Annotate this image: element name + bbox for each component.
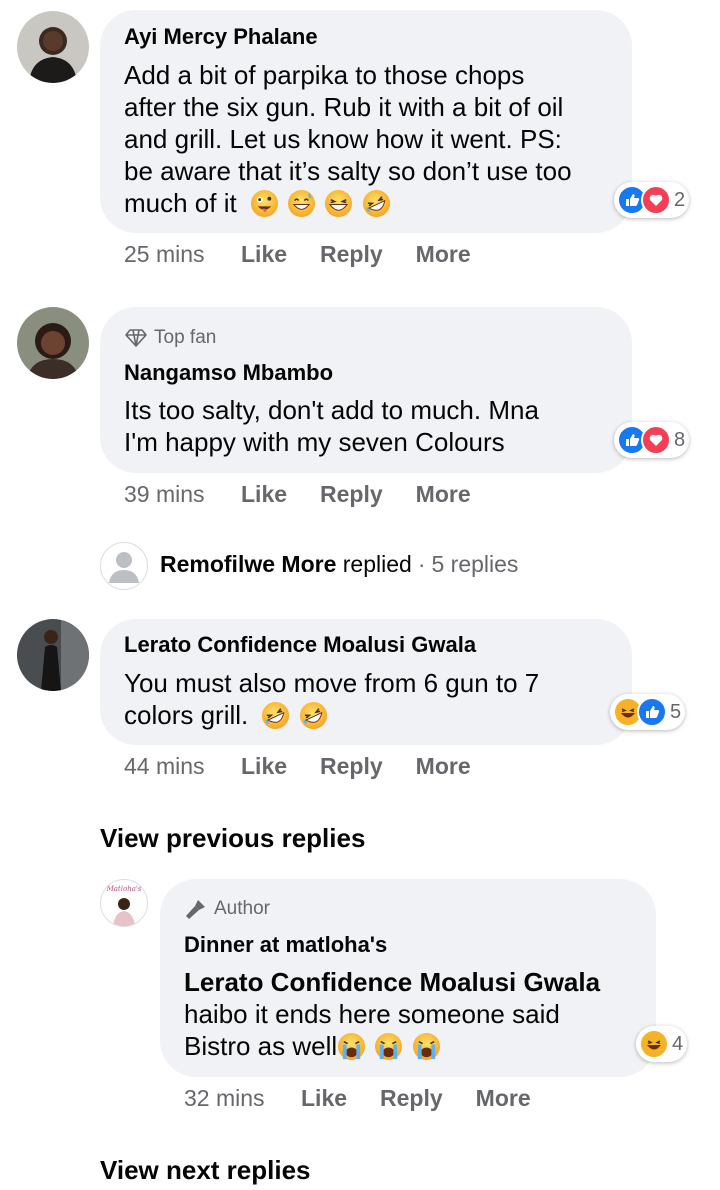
rolling-laughing-emoji <box>299 701 327 730</box>
comment-author-name[interactable]: Nangamso Mbambo <box>124 360 333 386</box>
comment-actions: 25 mins Like Reply More <box>124 241 504 268</box>
comment-text-line: and grill. Let us know how it went. PS: <box>124 124 562 154</box>
comment-author-name[interactable]: Lerato Confidence Moalusi Gwala <box>124 632 476 658</box>
more-button[interactable]: More <box>416 753 471 780</box>
avatar-logo-text: Matloha's <box>106 885 142 893</box>
comment-text-line: Its too salty, don't add to much. Mna <box>124 395 539 425</box>
replies-count: 5 replies <box>431 551 519 577</box>
reaction-summary[interactable]: 8 <box>614 422 690 458</box>
comment-timestamp: 25 mins <box>124 241 205 267</box>
view-previous-replies-link[interactable]: View previous replies <box>100 823 365 854</box>
crying-emoji <box>375 1032 403 1061</box>
comment-actions: 44 mins Like Reply More <box>124 753 504 780</box>
rolling-laughing-emoji <box>362 189 390 218</box>
reply-text-last: Bistro as well <box>184 1031 338 1061</box>
love-icon <box>641 185 671 215</box>
reply-button[interactable]: Reply <box>380 1085 443 1112</box>
comment-text-line: You must also move from 6 gun to 7 <box>124 668 540 698</box>
reply-button[interactable]: Reply <box>320 241 383 268</box>
reply-button[interactable]: Reply <box>320 481 383 508</box>
page-avatar[interactable]: Matloha's <box>100 879 148 927</box>
comment-text-last: much of it <box>124 188 237 218</box>
comment-text-line: Add a bit of parpika to those chops <box>124 60 525 90</box>
reply-text-line: Bistro as well <box>184 1030 442 1062</box>
comment-text-line: much of it <box>124 187 392 219</box>
author-badge: Author <box>184 898 270 920</box>
replies-summary-link[interactable]: Remofilwe More replied · 5 replies <box>160 551 518 578</box>
avatar[interactable] <box>17 11 89 83</box>
reaction-summary[interactable]: 5 <box>610 694 686 730</box>
zany-face-emoji <box>250 189 278 218</box>
more-button[interactable]: More <box>416 241 471 268</box>
reply-text-line: haibo it ends here someone said <box>184 999 560 1029</box>
microphone-icon <box>186 900 205 919</box>
separator-dot: · <box>417 551 426 577</box>
comment-text-line: colors grill. <box>124 699 329 731</box>
like-button[interactable]: Like <box>241 753 287 780</box>
reaction-count: 2 <box>674 188 686 211</box>
like-button[interactable]: Like <box>241 481 287 508</box>
author-label: Author <box>214 898 270 919</box>
comment-timestamp: 44 mins <box>124 753 205 779</box>
avatar[interactable] <box>17 307 89 379</box>
avatar[interactable] <box>17 619 89 691</box>
comment-text-line: after the six gun. Rub it with a bit of … <box>124 92 564 122</box>
crying-emoji <box>338 1032 366 1061</box>
comment-text-line: I'm happy with my seven Colours <box>124 427 505 457</box>
top-fan-badge: Top fan <box>124 327 216 349</box>
love-icon <box>641 425 671 455</box>
reaction-count: 4 <box>672 1032 684 1055</box>
crying-emoji <box>412 1032 440 1061</box>
more-button[interactable]: More <box>476 1085 531 1112</box>
reply-button[interactable]: Reply <box>320 753 383 780</box>
avatar[interactable] <box>100 542 148 590</box>
reply-timestamp: 32 mins <box>184 1085 265 1111</box>
comment-actions: 39 mins Like Reply More <box>124 481 504 508</box>
mentioned-user[interactable]: Lerato Confidence Moalusi Gwala <box>184 966 600 998</box>
comment-timestamp: 39 mins <box>124 481 205 507</box>
replied-label: replied <box>342 551 412 577</box>
diamond-icon <box>125 329 147 347</box>
like-icon <box>637 697 667 727</box>
view-next-replies-link[interactable]: View next replies <box>100 1155 311 1186</box>
reply-actions: 32 mins Like Reply More <box>184 1085 564 1112</box>
like-button[interactable]: Like <box>301 1085 347 1112</box>
reaction-count: 8 <box>674 428 686 451</box>
reaction-summary[interactable]: 2 <box>614 182 690 218</box>
haha-icon <box>639 1029 669 1059</box>
replier-name: Remofilwe More <box>160 551 337 577</box>
more-button[interactable]: More <box>416 481 471 508</box>
like-button[interactable]: Like <box>241 241 287 268</box>
top-fan-label: Top fan <box>154 327 217 348</box>
comment-text-last: colors grill. <box>124 700 249 730</box>
grinning-sweat-emoji <box>288 189 316 218</box>
laughing-emoji <box>325 189 353 218</box>
reaction-summary[interactable]: 4 <box>636 1026 688 1062</box>
comment-text-line: be aware that it’s salty so don’t use to… <box>124 156 572 186</box>
reaction-count: 5 <box>670 700 682 723</box>
rolling-laughing-emoji <box>262 701 290 730</box>
comment-author-name[interactable]: Ayi Mercy Phalane <box>124 24 318 50</box>
reply-author-name[interactable]: Dinner at matloha's <box>184 932 387 958</box>
